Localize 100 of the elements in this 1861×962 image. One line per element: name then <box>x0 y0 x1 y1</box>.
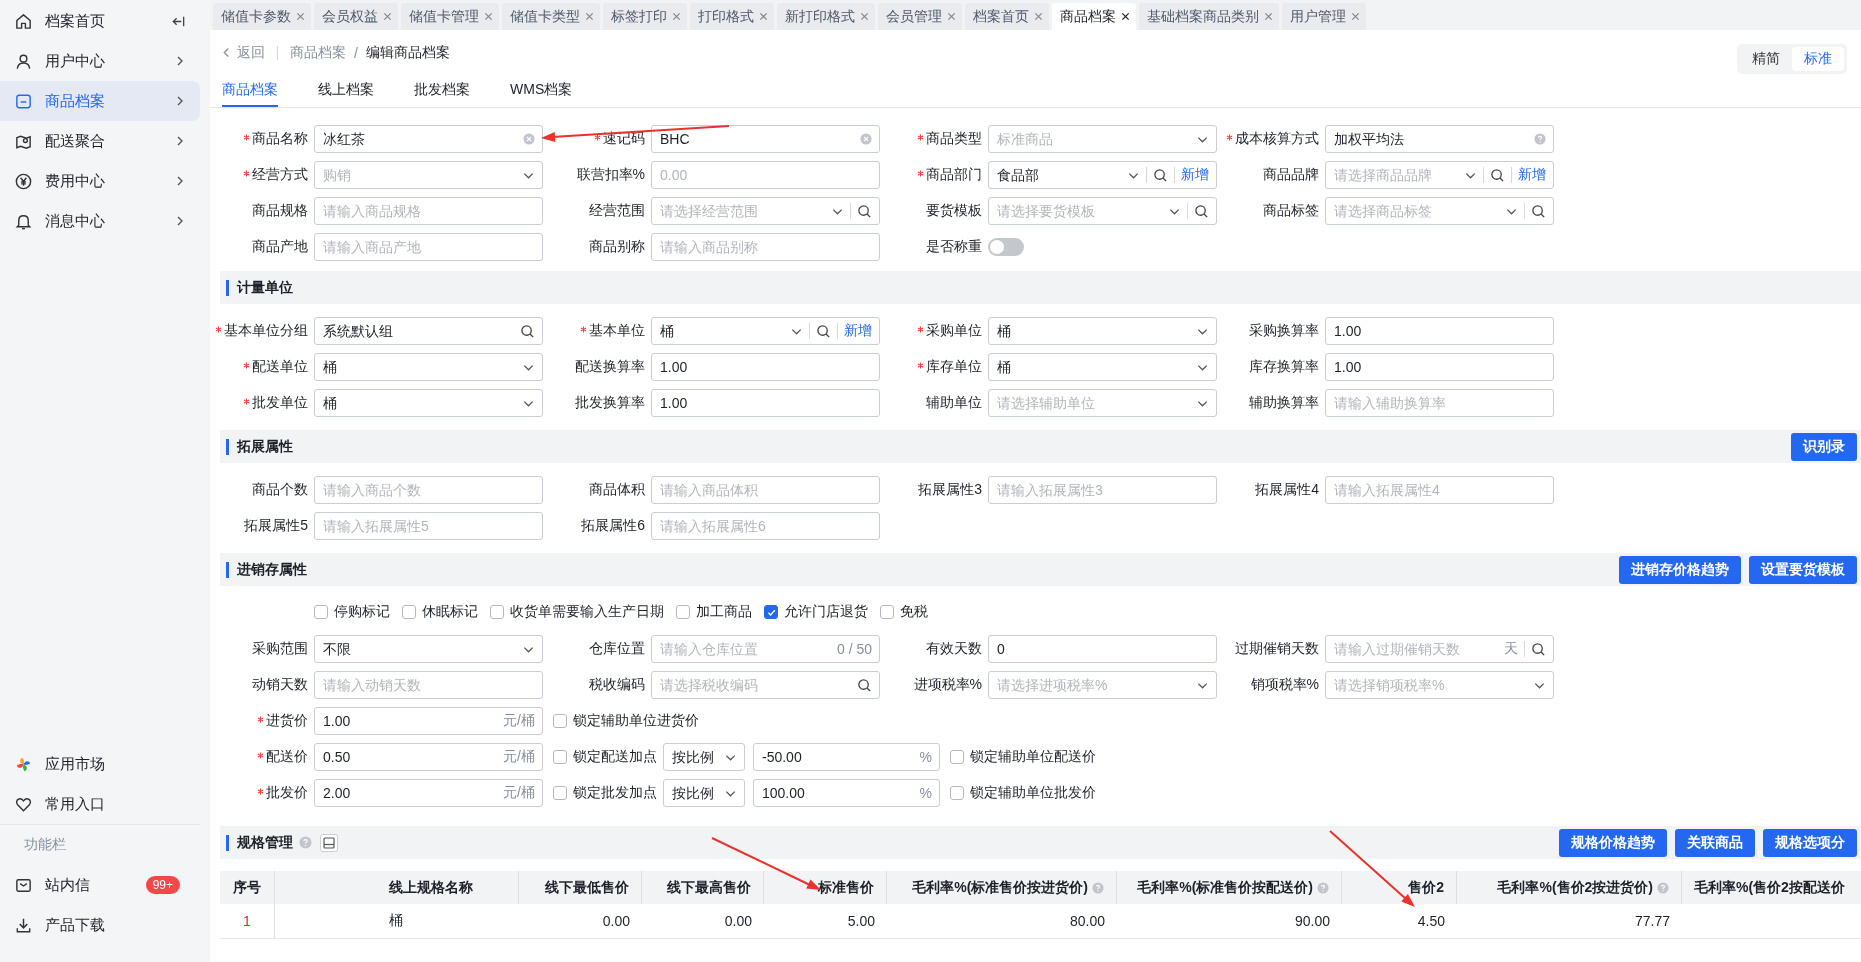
search-icon[interactable] <box>1194 203 1209 219</box>
sidebar-item[interactable]: 产品下载 <box>0 905 200 945</box>
checkbox-label: 休眠标记 <box>422 603 478 621</box>
field-label: 经营方式 <box>252 166 308 184</box>
sidebar-item[interactable]: 配送聚合 <box>0 121 200 161</box>
panel-icon[interactable] <box>320 833 338 852</box>
field-label: 过期催销天数 <box>1235 640 1319 658</box>
page-tab[interactable]: 储值卡参数 <box>213 3 311 30</box>
sub-tab[interactable]: 线上档案 <box>318 75 374 107</box>
search-icon[interactable] <box>1531 641 1546 657</box>
sidebar-item[interactable]: 站内信 99+ <box>0 865 200 905</box>
page-tab[interactable]: 会员权益 <box>314 3 398 30</box>
input-field[interactable]: 0 <box>988 635 1217 663</box>
page-tab[interactable]: 标签打印 <box>603 3 687 30</box>
checkbox[interactable] <box>490 605 504 619</box>
page-tab[interactable]: 储值卡管理 <box>401 3 499 30</box>
checkbox[interactable] <box>880 605 894 619</box>
yen-icon <box>14 171 33 191</box>
sidebar-item[interactable]: 应用市场 <box>0 744 200 784</box>
action-button[interactable]: 规格选项分 <box>1763 828 1857 857</box>
sidebar-item[interactable]: 商品档案 <box>0 81 200 121</box>
input-field[interactable]: 请输入过期催销天数 天 <box>1325 635 1554 663</box>
checkbox[interactable] <box>553 750 567 764</box>
view-mode-option[interactable]: 精简 <box>1740 46 1792 71</box>
checkbox[interactable] <box>314 605 328 619</box>
action-button[interactable]: 识别录 <box>1791 432 1857 461</box>
table-cell: 77.77 <box>1634 913 1670 929</box>
input-field[interactable]: BHC <box>651 125 880 153</box>
action-button[interactable]: 进销存价格趋势 <box>1619 555 1741 584</box>
field-label: 商品规格 <box>252 202 308 220</box>
checkbox[interactable] <box>950 786 964 800</box>
action-button[interactable]: 关联商品 <box>1675 828 1755 857</box>
checkbox[interactable] <box>764 605 778 619</box>
input-field[interactable]: -50.00 % <box>753 743 940 771</box>
action-button[interactable]: 设置要货模板 <box>1749 555 1857 584</box>
add-link[interactable]: 新增 <box>1181 166 1209 184</box>
select-field[interactable]: 桶 新增 <box>651 317 880 345</box>
select-field[interactable]: 桶 <box>988 317 1217 345</box>
sub-tab[interactable]: 商品档案 <box>222 75 278 107</box>
column-header: 售价2 <box>1408 878 1444 897</box>
checkbox[interactable] <box>402 605 416 619</box>
input-field[interactable]: 1.00 <box>1325 317 1554 345</box>
checkbox[interactable] <box>950 750 964 764</box>
add-link[interactable]: 新增 <box>844 322 872 340</box>
field-label: 进货价 <box>266 712 308 730</box>
search-icon[interactable] <box>520 323 535 339</box>
select-field[interactable]: 按比例 <box>663 743 745 771</box>
back-link[interactable]: 返回 <box>222 43 265 62</box>
action-button[interactable]: 规格价格趋势 <box>1559 828 1667 857</box>
page-tab[interactable]: 新打印格式 <box>777 3 875 30</box>
sub-tab[interactable]: 批发档案 <box>414 75 470 107</box>
add-link[interactable]: 新增 <box>1518 166 1546 184</box>
search-icon[interactable] <box>1490 167 1505 183</box>
checkbox[interactable] <box>553 714 567 728</box>
select-field[interactable]: 不限 <box>314 635 543 663</box>
select-field[interactable]: 食品部 新增 <box>988 161 1217 189</box>
page-tab[interactable]: 储值卡类型 <box>502 3 600 30</box>
checkbox[interactable] <box>553 786 567 800</box>
toggle-switch[interactable] <box>988 238 1024 256</box>
sidebar-item[interactable]: 常用入口 <box>0 784 200 825</box>
breadcrumb-item[interactable]: 商品档案 <box>290 43 346 62</box>
input-field[interactable]: 100.00 % <box>753 779 940 807</box>
select-field[interactable]: 桶 <box>988 353 1217 381</box>
search-icon[interactable] <box>1153 167 1168 183</box>
input-field[interactable]: 2.00 元/桶 <box>314 779 543 807</box>
close-icon[interactable] <box>1121 12 1130 21</box>
sub-tab[interactable]: WMS档案 <box>510 75 573 107</box>
sidebar-item[interactable]: 费用中心 <box>0 161 200 201</box>
input-field[interactable]: 冰红茶 <box>314 125 543 153</box>
page-tab[interactable]: 打印格式 <box>690 3 774 30</box>
input-field[interactable]: 1.00 <box>651 389 880 417</box>
sidebar-item[interactable]: 用户中心 <box>0 41 200 81</box>
field-label: 要货模板 <box>926 202 982 220</box>
input-field[interactable]: 1.00 <box>1325 353 1554 381</box>
select-field[interactable]: 桶 <box>314 353 543 381</box>
search-icon[interactable] <box>857 203 872 219</box>
page-tab[interactable]: 用户管理 <box>1282 3 1366 30</box>
input-field[interactable]: 0.50 元/桶 <box>314 743 543 771</box>
field-label: 商品类型 <box>926 130 982 148</box>
select-field[interactable]: 按比例 <box>663 779 745 807</box>
search-icon[interactable] <box>1531 203 1546 219</box>
select-field[interactable]: 请选择商品品牌 新增 <box>1325 161 1554 189</box>
search-icon[interactable] <box>857 677 872 693</box>
table-cell: 1 <box>243 913 251 929</box>
input-field[interactable]: 加权平均法 <box>1325 125 1554 153</box>
input-field[interactable]: 1.00 <box>651 353 880 381</box>
page-tab[interactable]: 档案首页 <box>965 3 1049 30</box>
column-header: 线下最低售价 <box>545 878 629 897</box>
input-field[interactable]: 1.00 元/桶 <box>314 707 543 735</box>
select-field[interactable]: 桶 <box>314 389 543 417</box>
sidebar-item[interactable]: 消息中心 <box>0 201 200 241</box>
page-tab[interactable]: 商品档案 <box>1052 3 1136 30</box>
checkbox[interactable] <box>676 605 690 619</box>
page-tab[interactable]: 会员管理 <box>878 3 962 30</box>
search-icon[interactable] <box>816 323 831 339</box>
input-field[interactable]: 系统默认组 <box>314 317 543 345</box>
page-tab[interactable]: 基础档案商品类别 <box>1139 3 1279 30</box>
sidebar-item[interactable]: 档案首页 <box>0 1 200 41</box>
input-field[interactable]: 请输入仓库位置 0 / 50 <box>651 635 880 663</box>
view-mode-option[interactable]: 标准 <box>1792 46 1844 71</box>
